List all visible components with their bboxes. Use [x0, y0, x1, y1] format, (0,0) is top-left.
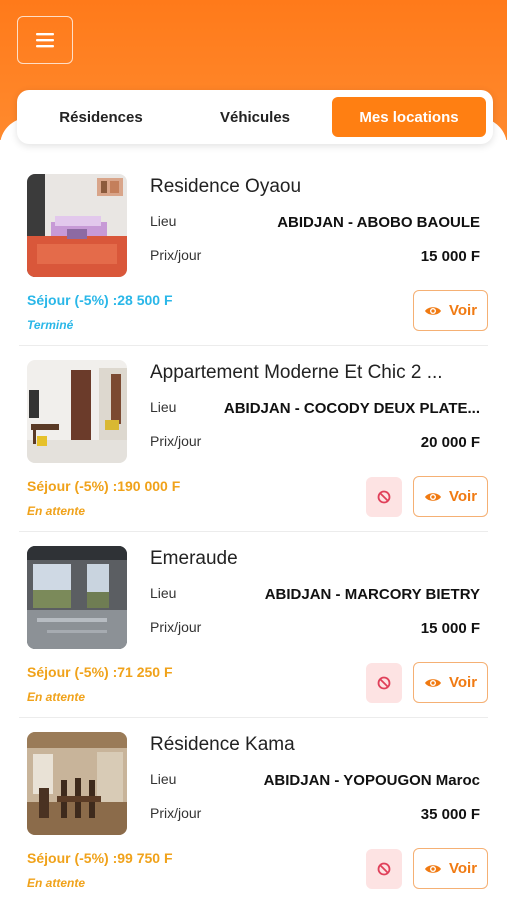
sejour-total: Séjour (-5%) :190 000 F — [27, 478, 181, 494]
tab-mes-locations[interactable]: Mes locations — [332, 97, 486, 137]
eye-icon — [424, 306, 441, 315]
status-badge: En attente — [27, 690, 86, 704]
cancel-button[interactable] — [366, 477, 402, 517]
status-badge: Terminé — [27, 318, 74, 332]
residence-photo[interactable] — [27, 546, 127, 649]
residence-photo[interactable] — [27, 174, 127, 277]
residence-title: Appartement Moderne Et Chic 2 ... — [150, 362, 443, 383]
voir-button[interactable]: Voir — [413, 290, 488, 331]
cancel-button[interactable] — [366, 849, 402, 889]
category-tabs: Résidences Véhicules Mes locations — [17, 90, 493, 144]
hamburger-menu-icon — [36, 33, 54, 48]
voir-label: Voir — [448, 860, 478, 877]
booking-card: Résidence Kama Lieu ABIDJAN - YOPOUGON M… — [19, 718, 488, 900]
prix-value: 15 000 F — [420, 248, 480, 265]
lieu-label: Lieu — [150, 213, 177, 229]
booking-card: Appartement Moderne Et Chic 2 ... Lieu A… — [19, 346, 488, 532]
residence-title: Residence Oyaou — [150, 176, 302, 197]
ban-icon — [377, 490, 391, 504]
prix-label: Prix/jour — [150, 805, 202, 821]
eye-icon — [424, 678, 441, 687]
status-badge: En attente — [27, 504, 86, 518]
bookings-list: Residence Oyaou Lieu ABIDJAN - ABOBO BAO… — [0, 160, 507, 900]
residence-photo[interactable] — [27, 360, 127, 463]
sejour-total: Séjour (-5%) :71 250 F — [27, 664, 173, 680]
residence-photo[interactable] — [27, 732, 127, 835]
lieu-label: Lieu — [150, 399, 177, 415]
voir-label: Voir — [448, 302, 478, 319]
prix-label: Prix/jour — [150, 247, 202, 263]
tab-vehicules[interactable]: Véhicules — [178, 97, 332, 137]
lieu-label: Lieu — [150, 585, 177, 601]
lieu-value: ABIDJAN - COCODY DEUX PLATE... — [223, 400, 480, 417]
voir-label: Voir — [448, 674, 478, 691]
residence-title: Emeraude — [150, 548, 238, 569]
lieu-label: Lieu — [150, 771, 177, 787]
cancel-button[interactable] — [366, 663, 402, 703]
residence-title: Résidence Kama — [150, 734, 295, 755]
sejour-total: Séjour (-5%) :99 750 F — [27, 850, 173, 866]
prix-value: 15 000 F — [420, 620, 480, 637]
prix-label: Prix/jour — [150, 433, 202, 449]
eye-icon — [424, 864, 441, 873]
status-badge: En attente — [27, 876, 86, 890]
ban-icon — [377, 676, 391, 690]
ban-icon — [377, 862, 391, 876]
voir-button[interactable]: Voir — [413, 662, 488, 703]
lieu-value: ABIDJAN - MARCORY BIETRY — [264, 586, 480, 603]
menu-button[interactable] — [17, 16, 73, 64]
lieu-value: ABIDJAN - ABOBO BAOULE — [277, 214, 480, 231]
voir-button[interactable]: Voir — [413, 476, 488, 517]
eye-icon — [424, 492, 441, 501]
prix-value: 20 000 F — [420, 434, 480, 451]
sejour-total: Séjour (-5%) :28 500 F — [27, 292, 173, 308]
booking-card: Residence Oyaou Lieu ABIDJAN - ABOBO BAO… — [19, 160, 488, 346]
voir-button[interactable]: Voir — [413, 848, 488, 889]
prix-label: Prix/jour — [150, 619, 202, 635]
booking-card: Emeraude Lieu ABIDJAN - MARCORY BIETRY P… — [19, 532, 488, 718]
voir-label: Voir — [448, 488, 478, 505]
prix-value: 35 000 F — [420, 806, 480, 823]
lieu-value: ABIDJAN - YOPOUGON Maroc — [263, 772, 480, 789]
tab-residences[interactable]: Résidences — [24, 97, 178, 137]
